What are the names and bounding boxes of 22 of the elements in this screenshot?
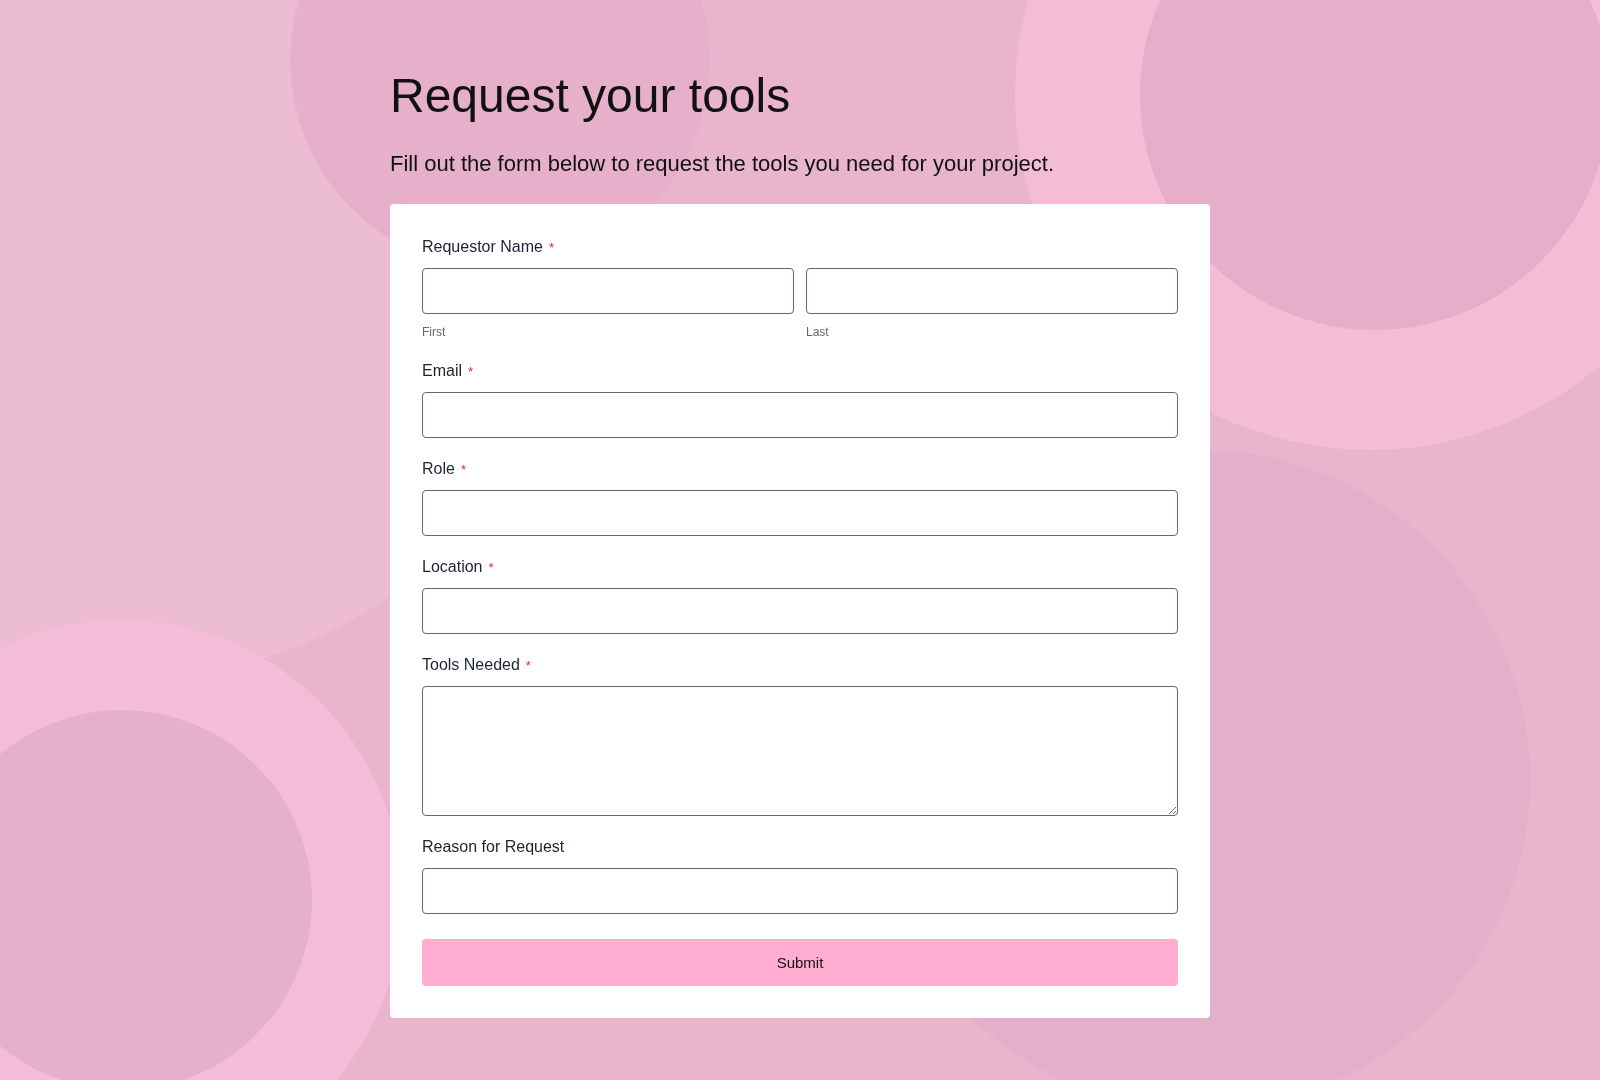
input-field[interactable] (422, 392, 1178, 438)
required-mark: * (488, 559, 494, 575)
input-field[interactable] (422, 268, 794, 314)
field-label: Role (422, 460, 455, 478)
required-mark: * (460, 461, 466, 477)
input-field[interactable] (422, 490, 1178, 536)
field-label: Email (422, 362, 462, 380)
input-field[interactable] (422, 868, 1178, 914)
field-sublabel: First (422, 324, 447, 340)
field-label: Requestor Name (422, 238, 543, 256)
field-sublabel: Last (806, 324, 830, 340)
input-field[interactable] (806, 268, 1178, 314)
field-label: Location (422, 558, 483, 576)
field-label: Reason for Request (422, 838, 565, 856)
required-mark: * (525, 657, 531, 673)
page-subtitle: Fill out the form below to request the tools you need for your project. (390, 150, 1056, 178)
required-mark: * (548, 239, 554, 255)
required-mark: * (468, 363, 474, 379)
page-title: Request your tools (390, 68, 792, 124)
field-label: Tools Needed (422, 656, 520, 674)
submit-button[interactable]: Submit (422, 939, 1178, 986)
input-field[interactable] (422, 588, 1178, 634)
